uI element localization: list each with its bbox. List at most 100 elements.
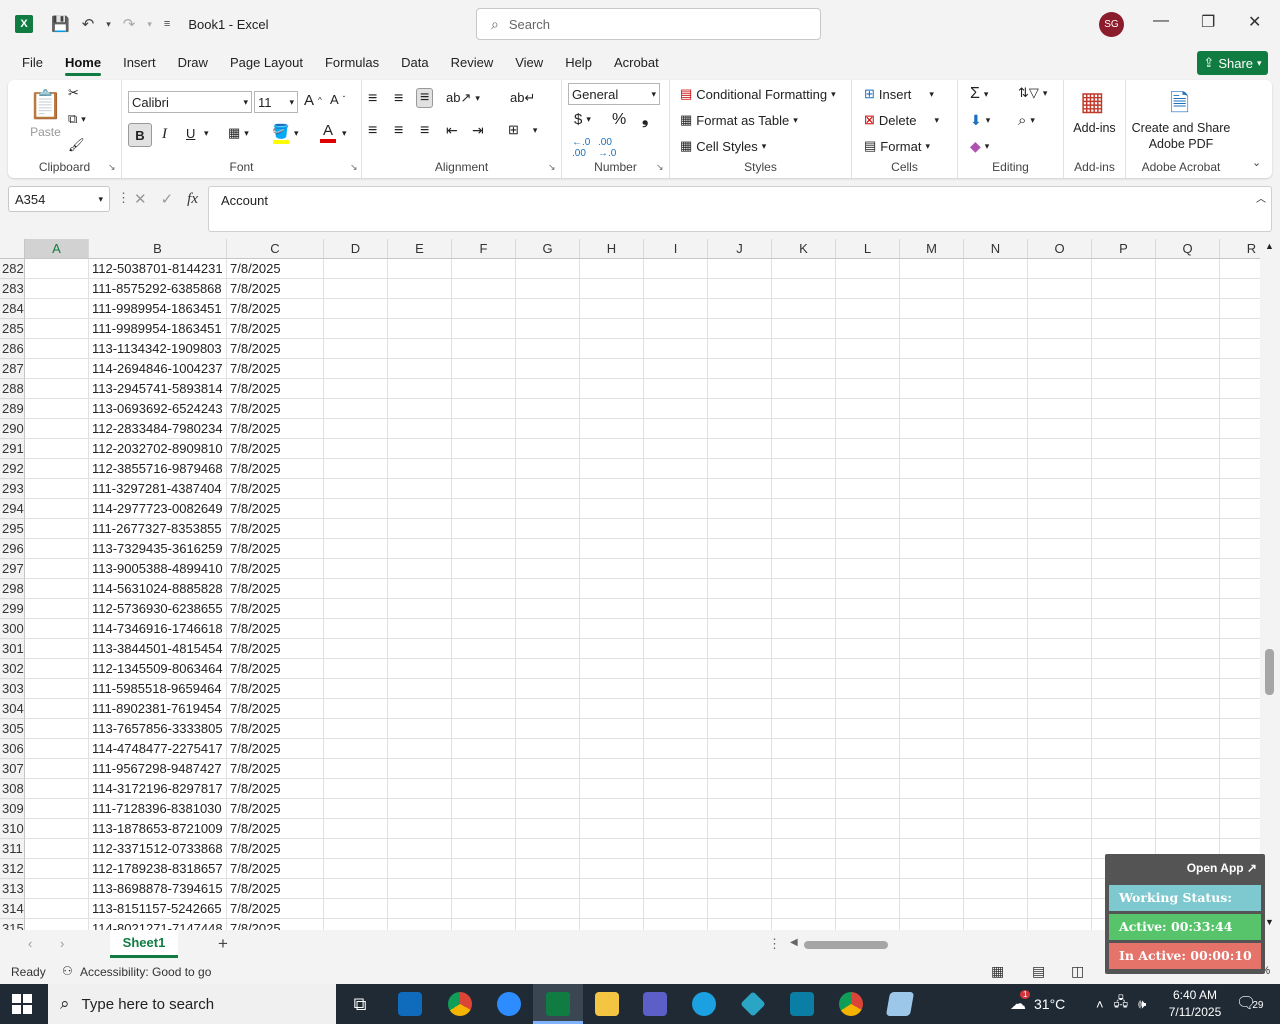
cell-j[interactable]: [708, 779, 772, 799]
cell-a[interactable]: [25, 339, 89, 359]
cell-c[interactable]: 7/8/2025: [227, 339, 324, 359]
cell-h[interactable]: [580, 619, 644, 639]
cell-a[interactable]: [25, 799, 89, 819]
cell-f[interactable]: [452, 439, 516, 459]
cell-h[interactable]: [580, 319, 644, 339]
row-header[interactable]: 293: [0, 479, 25, 499]
cell-i[interactable]: [644, 399, 708, 419]
cell-i[interactable]: [644, 919, 708, 930]
cell-a[interactable]: [25, 759, 89, 779]
cell-r[interactable]: [1220, 759, 1260, 779]
cell-p[interactable]: [1092, 279, 1156, 299]
cell-n[interactable]: [964, 419, 1028, 439]
row-header[interactable]: 283: [0, 279, 25, 299]
cell-m[interactable]: [900, 659, 964, 679]
cell-j[interactable]: [708, 399, 772, 419]
cell-g[interactable]: [516, 899, 580, 919]
cell-c[interactable]: 7/8/2025: [227, 679, 324, 699]
cell-j[interactable]: [708, 759, 772, 779]
cell-o[interactable]: [1028, 899, 1092, 919]
column-header-g[interactable]: G: [516, 239, 580, 259]
teams-icon[interactable]: [643, 992, 667, 1016]
column-header-p[interactable]: P: [1092, 239, 1156, 259]
cell-b[interactable]: 114-3172196-8297817: [89, 779, 227, 799]
cell-h[interactable]: [580, 759, 644, 779]
undo-icon[interactable]: ↶: [78, 15, 99, 33]
cell-e[interactable]: [388, 859, 452, 879]
cell-q[interactable]: [1156, 819, 1220, 839]
row-header[interactable]: 299: [0, 599, 25, 619]
cell-m[interactable]: [900, 439, 964, 459]
column-header-i[interactable]: I: [644, 239, 708, 259]
cell-g[interactable]: [516, 619, 580, 639]
column-header-c[interactable]: C: [227, 239, 324, 259]
cell-g[interactable]: [516, 859, 580, 879]
format-painter-icon[interactable]: 🖌: [68, 137, 85, 153]
cell-j[interactable]: [708, 919, 772, 930]
cell-l[interactable]: [836, 619, 900, 639]
dialog-launcher-icon[interactable]: ↘: [350, 162, 358, 173]
cell-m[interactable]: [900, 859, 964, 879]
cell-r[interactable]: [1220, 559, 1260, 579]
cell-i[interactable]: [644, 339, 708, 359]
cell-k[interactable]: [772, 859, 836, 879]
cell-c[interactable]: 7/8/2025: [227, 639, 324, 659]
cell-p[interactable]: [1092, 519, 1156, 539]
cell-q[interactable]: [1156, 539, 1220, 559]
cell-l[interactable]: [836, 319, 900, 339]
chrome-profile-icon[interactable]: [839, 992, 863, 1016]
volume-icon[interactable]: 🕪: [1138, 996, 1146, 1012]
cell-h[interactable]: [580, 539, 644, 559]
cell-a[interactable]: [25, 899, 89, 919]
cell-a[interactable]: [25, 399, 89, 419]
collapse-ribbon-icon[interactable]: ⌄: [1252, 156, 1261, 169]
clock[interactable]: 6:40 AM 7/11/2025: [1167, 987, 1223, 1021]
cell-l[interactable]: [836, 919, 900, 930]
font-color-icon[interactable]: A: [320, 122, 336, 143]
cell-a[interactable]: [25, 579, 89, 599]
column-header-h[interactable]: H: [580, 239, 644, 259]
cell-o[interactable]: [1028, 779, 1092, 799]
cell-b[interactable]: 111-5985518-9659464: [89, 679, 227, 699]
cell-g[interactable]: [516, 699, 580, 719]
cell-j[interactable]: [708, 719, 772, 739]
cell-j[interactable]: [708, 279, 772, 299]
cell-m[interactable]: [900, 339, 964, 359]
cell-r[interactable]: [1220, 479, 1260, 499]
cell-i[interactable]: [644, 539, 708, 559]
format-cells-button[interactable]: ▤ Format ▾: [864, 138, 930, 154]
cell-r[interactable]: [1220, 279, 1260, 299]
column-header-k[interactable]: K: [772, 239, 836, 259]
normal-view-icon[interactable]: ▦: [991, 963, 1004, 980]
formula-input[interactable]: Account: [208, 186, 1272, 232]
cell-b[interactable]: 112-5038701-8144231: [89, 259, 227, 279]
align-right-icon[interactable]: ≡: [420, 122, 429, 140]
cell-p[interactable]: [1092, 339, 1156, 359]
align-center-icon[interactable]: ≡: [394, 122, 403, 140]
cell-g[interactable]: [516, 359, 580, 379]
cell-b[interactable]: 113-9005388-4899410: [89, 559, 227, 579]
cell-g[interactable]: [516, 479, 580, 499]
cell-b[interactable]: 112-3371512-0733868: [89, 839, 227, 859]
cell-m[interactable]: [900, 499, 964, 519]
cell-d[interactable]: [324, 539, 388, 559]
cell-f[interactable]: [452, 299, 516, 319]
cell-c[interactable]: 7/8/2025: [227, 599, 324, 619]
cell-h[interactable]: [580, 339, 644, 359]
cell-g[interactable]: [516, 739, 580, 759]
column-header-d[interactable]: D: [324, 239, 388, 259]
cell-c[interactable]: 7/8/2025: [227, 399, 324, 419]
cell-m[interactable]: [900, 619, 964, 639]
cell-i[interactable]: [644, 859, 708, 879]
sheet-tab-sheet1[interactable]: Sheet1: [110, 930, 178, 958]
cell-d[interactable]: [324, 259, 388, 279]
cell-o[interactable]: [1028, 859, 1092, 879]
cell-m[interactable]: [900, 419, 964, 439]
cell-h[interactable]: [580, 559, 644, 579]
cell-p[interactable]: [1092, 759, 1156, 779]
cell-e[interactable]: [388, 599, 452, 619]
borders-icon[interactable]: ▦ ▾: [228, 125, 249, 141]
cell-p[interactable]: [1092, 719, 1156, 739]
cell-d[interactable]: [324, 299, 388, 319]
cell-h[interactable]: [580, 739, 644, 759]
